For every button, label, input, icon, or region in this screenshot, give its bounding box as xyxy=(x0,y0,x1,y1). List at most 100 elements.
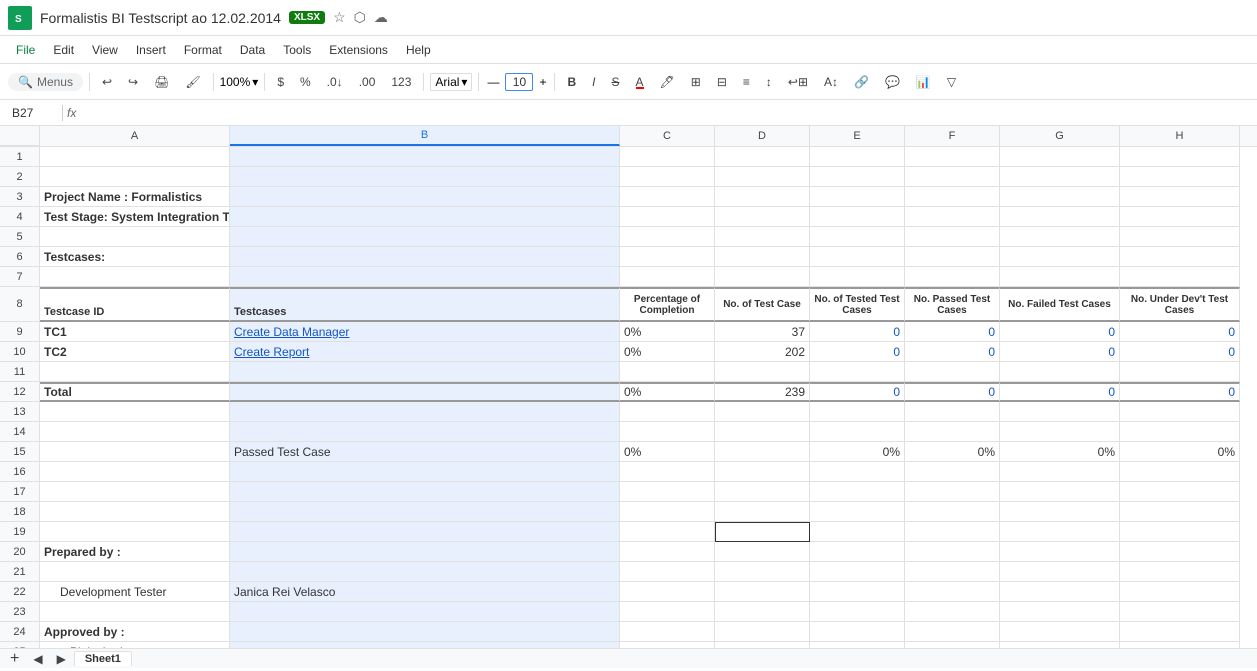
row-num-6[interactable]: 6 xyxy=(0,247,40,267)
cell-g24[interactable] xyxy=(1000,622,1120,642)
cell-f22[interactable] xyxy=(905,582,1000,602)
cell-a3[interactable]: Project Name : Formalistics xyxy=(40,187,230,207)
cell-c6[interactable] xyxy=(620,247,715,267)
menu-extensions[interactable]: Extensions xyxy=(321,40,396,60)
cell-reference[interactable]: B27 xyxy=(8,105,58,121)
cell-d2[interactable] xyxy=(715,167,810,187)
cell-h14[interactable] xyxy=(1120,422,1240,442)
star-icon[interactable]: ☆ xyxy=(333,9,346,26)
cell-d24[interactable] xyxy=(715,622,810,642)
valign-button[interactable]: ↕ xyxy=(760,72,778,92)
redo-button[interactable]: ↪ xyxy=(122,72,144,92)
cell-h15[interactable]: 0% xyxy=(1120,442,1240,462)
cell-c3[interactable] xyxy=(620,187,715,207)
borders-button[interactable]: ⊞ xyxy=(685,72,707,92)
decimal-increase-button[interactable]: .00 xyxy=(353,72,382,92)
cell-e24[interactable] xyxy=(810,622,905,642)
strikethrough-button[interactable]: S xyxy=(605,72,625,92)
cell-b7[interactable] xyxy=(230,267,620,287)
row-num-13[interactable]: 13 xyxy=(0,402,40,422)
cell-e14[interactable] xyxy=(810,422,905,442)
cell-b8[interactable]: Testcases xyxy=(230,287,620,322)
highlight-button[interactable]: 🖊 xyxy=(654,72,681,92)
cell-h2[interactable] xyxy=(1120,167,1240,187)
cell-h18[interactable] xyxy=(1120,502,1240,522)
cell-c8[interactable]: Percentage of Completion xyxy=(620,287,715,322)
chart-button[interactable]: 📊 xyxy=(910,72,937,92)
cell-b13[interactable] xyxy=(230,402,620,422)
cell-g21[interactable] xyxy=(1000,562,1120,582)
menu-data[interactable]: Data xyxy=(232,40,273,60)
cell-a1[interactable] xyxy=(40,147,230,167)
cell-a21[interactable] xyxy=(40,562,230,582)
cell-b19[interactable] xyxy=(230,522,620,542)
col-header-g[interactable]: G xyxy=(1000,126,1120,146)
cell-h6[interactable] xyxy=(1120,247,1240,267)
cell-f11[interactable] xyxy=(905,362,1000,382)
cell-h12[interactable]: 0 xyxy=(1120,382,1240,402)
cell-e12[interactable]: 0 xyxy=(810,382,905,402)
cell-a5[interactable] xyxy=(40,227,230,247)
font-size-input[interactable]: 10 xyxy=(505,73,533,91)
row-num-9[interactable]: 9 xyxy=(0,322,40,342)
cell-g11[interactable] xyxy=(1000,362,1120,382)
cell-a22[interactable]: Development Tester xyxy=(40,582,230,602)
cell-b11[interactable] xyxy=(230,362,620,382)
cell-e9[interactable]: 0 xyxy=(810,322,905,342)
cell-f9[interactable]: 0 xyxy=(905,322,1000,342)
cell-a15[interactable] xyxy=(40,442,230,462)
cell-f1[interactable] xyxy=(905,147,1000,167)
cell-f16[interactable] xyxy=(905,462,1000,482)
cell-e11[interactable] xyxy=(810,362,905,382)
cell-h10[interactable]: 0 xyxy=(1120,342,1240,362)
cell-a16[interactable] xyxy=(40,462,230,482)
row-num-16[interactable]: 16 xyxy=(0,462,40,482)
row-num-7[interactable]: 7 xyxy=(0,267,40,287)
cell-g3[interactable] xyxy=(1000,187,1120,207)
row-num-4[interactable]: 4 xyxy=(0,207,40,227)
bold-button[interactable]: B xyxy=(561,72,582,92)
cell-c19[interactable] xyxy=(620,522,715,542)
cell-a19[interactable] xyxy=(40,522,230,542)
cell-b10[interactable]: Create Report xyxy=(230,342,620,362)
cell-e20[interactable] xyxy=(810,542,905,562)
cell-a6[interactable]: Testcases: xyxy=(40,247,230,267)
cell-a23[interactable] xyxy=(40,602,230,622)
cell-b24[interactable] xyxy=(230,622,620,642)
cell-f14[interactable] xyxy=(905,422,1000,442)
cell-e25[interactable] xyxy=(810,642,905,648)
cell-f23[interactable] xyxy=(905,602,1000,622)
cell-g20[interactable] xyxy=(1000,542,1120,562)
cell-e2[interactable] xyxy=(810,167,905,187)
row-num-19[interactable]: 19 xyxy=(0,522,40,542)
cell-c1[interactable] xyxy=(620,147,715,167)
zoom-control[interactable]: 100% ▾ xyxy=(220,75,259,89)
row-num-10[interactable]: 10 xyxy=(0,342,40,362)
row-num-17[interactable]: 17 xyxy=(0,482,40,502)
paint-format-button[interactable]: 🖌 xyxy=(179,72,206,92)
cell-a13[interactable] xyxy=(40,402,230,422)
decimal-decrease-button[interactable]: .0↓ xyxy=(321,72,349,92)
cell-c18[interactable] xyxy=(620,502,715,522)
cell-b6[interactable] xyxy=(230,247,620,267)
cell-h17[interactable] xyxy=(1120,482,1240,502)
col-header-f[interactable]: F xyxy=(905,126,1000,146)
cell-e1[interactable] xyxy=(810,147,905,167)
cell-f15[interactable]: 0% xyxy=(905,442,1000,462)
cell-b25[interactable] xyxy=(230,642,620,648)
cell-f21[interactable] xyxy=(905,562,1000,582)
print-button[interactable]: 🖨 xyxy=(148,72,175,92)
sheet-nav-left[interactable]: ◀ xyxy=(27,649,48,669)
cell-e16[interactable] xyxy=(810,462,905,482)
cell-g18[interactable] xyxy=(1000,502,1120,522)
wrap-button[interactable]: ↩⊞ xyxy=(782,72,814,92)
cell-g23[interactable] xyxy=(1000,602,1120,622)
cell-d22[interactable] xyxy=(715,582,810,602)
cell-h20[interactable] xyxy=(1120,542,1240,562)
cell-d17[interactable] xyxy=(715,482,810,502)
cell-c13[interactable] xyxy=(620,402,715,422)
cell-a25[interactable]: Pinky Lado xyxy=(40,642,230,648)
row-num-22[interactable]: 22 xyxy=(0,582,40,602)
cell-f8[interactable]: No. Passed Test Cases xyxy=(905,287,1000,322)
cell-g19[interactable] xyxy=(1000,522,1120,542)
